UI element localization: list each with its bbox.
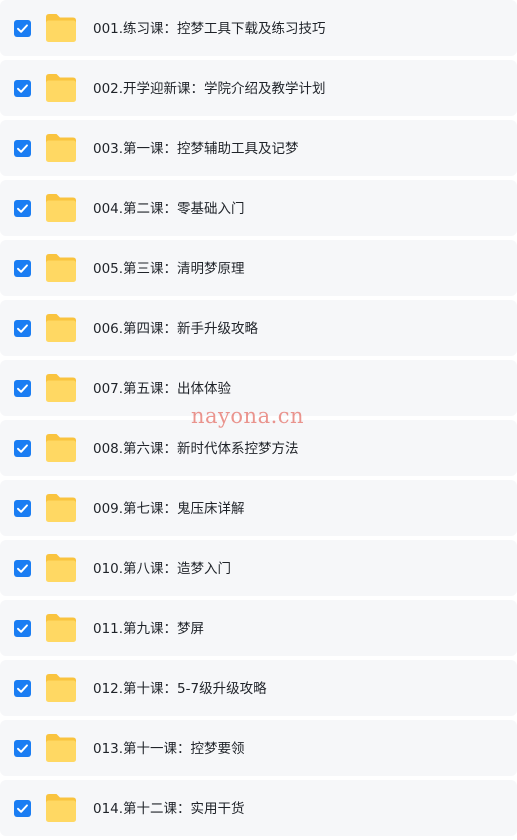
file-name[interactable]: 004.第二课：零基础入门: [93, 180, 245, 236]
folder-icon: [45, 373, 77, 403]
checkbox-checked-icon[interactable]: [14, 260, 31, 277]
checkbox-checked-icon[interactable]: [14, 500, 31, 517]
checkbox-checked-icon[interactable]: [14, 80, 31, 97]
checkbox-checked-icon[interactable]: [14, 680, 31, 697]
folder-icon: [45, 433, 77, 463]
file-row[interactable]: 010.第八课：造梦入门: [0, 540, 517, 596]
file-name[interactable]: 009.第七课：鬼压床详解: [93, 480, 245, 536]
file-row[interactable]: 014.第十二课：实用干货: [0, 780, 517, 836]
file-row[interactable]: 008.第六课：新时代体系控梦方法: [0, 420, 517, 476]
file-row[interactable]: 001.练习课：控梦工具下载及练习技巧: [0, 0, 517, 56]
file-row[interactable]: 003.第一课：控梦辅助工具及记梦: [0, 120, 517, 176]
folder-icon: [45, 253, 77, 283]
file-list: 001.练习课：控梦工具下载及练习技巧 002.开学迎新课：学院介绍及教学计划 …: [0, 0, 517, 840]
file-name[interactable]: 005.第三课：清明梦原理: [93, 240, 245, 296]
checkbox-checked-icon[interactable]: [14, 200, 31, 217]
folder-icon: [45, 193, 77, 223]
file-row[interactable]: 011.第九课：梦屏: [0, 600, 517, 656]
file-name[interactable]: 007.第五课：出体体验: [93, 360, 231, 416]
checkbox-checked-icon[interactable]: [14, 320, 31, 337]
folder-icon: [45, 313, 77, 343]
checkbox-checked-icon[interactable]: [14, 380, 31, 397]
file-name[interactable]: 003.第一课：控梦辅助工具及记梦: [93, 120, 299, 176]
checkbox-checked-icon[interactable]: [14, 740, 31, 757]
file-name[interactable]: 012.第十课：5-7级升级攻略: [93, 660, 267, 716]
file-row[interactable]: 002.开学迎新课：学院介绍及教学计划: [0, 60, 517, 116]
file-name[interactable]: 014.第十二课：实用干货: [93, 780, 245, 836]
folder-icon: [45, 793, 77, 823]
checkbox-checked-icon[interactable]: [14, 620, 31, 637]
file-row[interactable]: 009.第七课：鬼压床详解: [0, 480, 517, 536]
folder-icon: [45, 13, 77, 43]
file-name[interactable]: 013.第十一课：控梦要领: [93, 720, 245, 776]
file-row[interactable]: 004.第二课：零基础入门: [0, 180, 517, 236]
file-name[interactable]: 002.开学迎新课：学院介绍及教学计划: [93, 60, 326, 116]
folder-icon: [45, 613, 77, 643]
file-name[interactable]: 008.第六课：新时代体系控梦方法: [93, 420, 299, 476]
folder-icon: [45, 673, 77, 703]
folder-icon: [45, 493, 77, 523]
checkbox-checked-icon[interactable]: [14, 140, 31, 157]
folder-icon: [45, 73, 77, 103]
checkbox-checked-icon[interactable]: [14, 800, 31, 817]
file-row[interactable]: 007.第五课：出体体验: [0, 360, 517, 416]
checkbox-checked-icon[interactable]: [14, 560, 31, 577]
folder-icon: [45, 133, 77, 163]
folder-icon: [45, 733, 77, 763]
checkbox-checked-icon[interactable]: [14, 440, 31, 457]
file-name[interactable]: 006.第四课：新手升级攻略: [93, 300, 258, 356]
file-name[interactable]: 001.练习课：控梦工具下载及练习技巧: [93, 0, 326, 56]
file-row[interactable]: 013.第十一课：控梦要领: [0, 720, 517, 776]
file-row[interactable]: 012.第十课：5-7级升级攻略: [0, 660, 517, 716]
file-row[interactable]: 006.第四课：新手升级攻略: [0, 300, 517, 356]
file-row[interactable]: 005.第三课：清明梦原理: [0, 240, 517, 296]
checkbox-checked-icon[interactable]: [14, 20, 31, 37]
file-name[interactable]: 011.第九课：梦屏: [93, 600, 204, 656]
file-name[interactable]: 010.第八课：造梦入门: [93, 540, 231, 596]
folder-icon: [45, 553, 77, 583]
